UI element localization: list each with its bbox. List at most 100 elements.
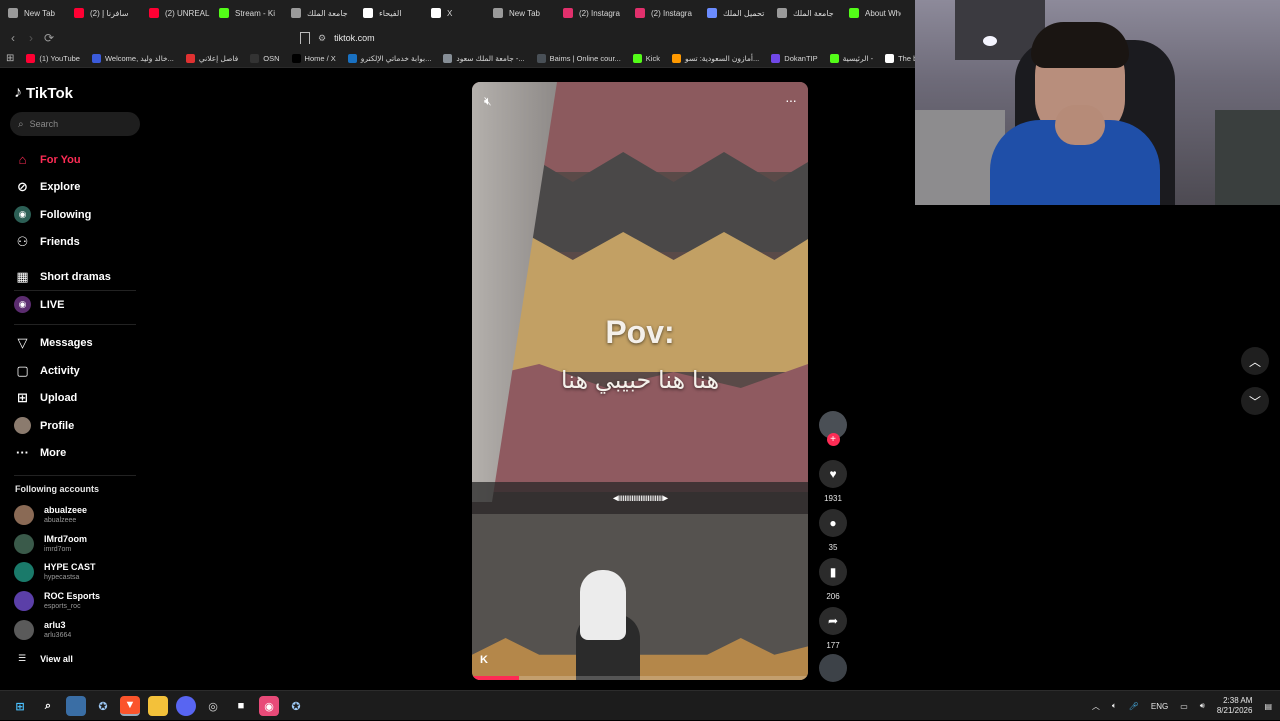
shield-icon bbox=[493, 8, 503, 18]
brave-icon[interactable]: ▼ bbox=[120, 696, 140, 716]
volume-icon[interactable]: 🔊︎ bbox=[1200, 701, 1205, 711]
bookmark-item[interactable]: الرئيسية - bbox=[824, 54, 879, 63]
browser-tab[interactable]: (2) Instagra bbox=[627, 0, 699, 26]
windows-start-icon[interactable]: ⊞ bbox=[10, 696, 30, 716]
nav-item-messages[interactable]: ▽ Messages bbox=[14, 334, 93, 351]
browser-tab[interactable]: X bbox=[423, 0, 485, 26]
video-progress-bar[interactable] bbox=[472, 676, 808, 680]
previous-video-button[interactable]: ︿ bbox=[1241, 347, 1269, 375]
bookmark-favicon-icon bbox=[671, 54, 681, 63]
back-icon[interactable]: ‹ bbox=[4, 29, 22, 47]
nav-item-explore[interactable]: ⊘ Explore bbox=[14, 178, 80, 195]
browser-tab[interactable]: Stream - Ki bbox=[211, 0, 283, 26]
share-icon[interactable]: ➦ bbox=[819, 607, 847, 635]
address-bar[interactable]: ⚙ tiktok.com bbox=[300, 29, 920, 47]
next-video-button[interactable]: ﹀ bbox=[1241, 387, 1269, 415]
tab-label: New Tab bbox=[509, 8, 540, 18]
nav-label: Friends bbox=[40, 235, 80, 248]
bookmark-item[interactable]: OSN bbox=[244, 54, 285, 63]
tab-label: جامعة الملك bbox=[307, 8, 348, 18]
bookmark-item[interactable]: Welcome, خالد وليد... bbox=[86, 54, 180, 63]
bookmark-favicon-icon bbox=[536, 54, 546, 63]
bookmark-item[interactable]: أمازون السعودية: تسو... bbox=[666, 54, 765, 63]
browser-tab[interactable]: About Whe bbox=[841, 0, 901, 26]
reload-icon[interactable]: ⟳ bbox=[40, 29, 58, 47]
bookmark-item[interactable]: Baims | Online cour... bbox=[531, 54, 627, 63]
bookmark-favicon-icon bbox=[443, 54, 453, 63]
speaker-icon[interactable]: 🔈︎ bbox=[1112, 701, 1117, 711]
divider bbox=[14, 324, 136, 325]
bookmark-item[interactable]: DokanTIP bbox=[765, 54, 823, 63]
nav-item-short-dramas[interactable]: ▦ Short dramas bbox=[14, 268, 111, 285]
steam-icon[interactable]: ✪ bbox=[93, 696, 113, 716]
browser-tab[interactable]: تحميل الملك bbox=[699, 0, 769, 26]
notification-icon[interactable]: ▤ bbox=[1264, 702, 1272, 711]
tiktok-logo[interactable]: ♪ TikTok bbox=[14, 84, 73, 102]
bookmark-favicon-icon bbox=[632, 54, 642, 63]
microphone-icon[interactable]: 🎤︎ bbox=[1129, 702, 1139, 711]
more-options-icon[interactable]: ··· bbox=[785, 92, 797, 108]
file-explorer-icon[interactable] bbox=[148, 696, 168, 716]
comment-icon[interactable]: ● bbox=[819, 509, 847, 537]
bookmark-item[interactable]: Kick bbox=[627, 54, 666, 63]
following-account[interactable]: ROC Esports esports_roc bbox=[14, 591, 100, 611]
site-info-icon[interactable]: ⚙ bbox=[318, 33, 326, 44]
sound-disc[interactable] bbox=[818, 654, 848, 682]
bookmark-icon[interactable]: ▮ bbox=[819, 558, 847, 586]
nav-item-for-you[interactable]: ⌂ For You bbox=[14, 151, 81, 168]
epic-icon[interactable]: ■ bbox=[231, 696, 251, 716]
like-action[interactable]: ♥ 1931 bbox=[818, 460, 848, 503]
browser-tab[interactable]: New Tab bbox=[0, 0, 66, 26]
bookmark-item[interactable]: جامعة الملك سعود -... bbox=[437, 54, 530, 63]
nav-item-activity[interactable]: ▢ Activity bbox=[14, 362, 79, 379]
photos-icon[interactable] bbox=[66, 696, 86, 716]
nav-item-following[interactable]: ◉ Following bbox=[14, 206, 91, 223]
following-account[interactable]: HYPE CAST hypecastsa bbox=[14, 562, 96, 582]
browser-tab[interactable]: الفيحاء bbox=[355, 0, 423, 26]
bookmark-item[interactable]: بوابة خدماتي الإلكترو... bbox=[342, 54, 438, 63]
bookmark-icon[interactable] bbox=[300, 32, 310, 44]
creator-avatar[interactable]: + bbox=[818, 411, 848, 446]
discord-icon[interactable] bbox=[176, 696, 196, 716]
browser-tab[interactable]: (2) سافرنا إ bbox=[66, 0, 141, 26]
forward-icon[interactable]: › bbox=[22, 29, 40, 47]
bookmark-item[interactable]: Home / X bbox=[286, 54, 342, 63]
heart-icon[interactable]: ♥ bbox=[819, 460, 847, 488]
following-account[interactable]: IMrd7oom imrd7om bbox=[14, 534, 87, 554]
search-input[interactable]: ⌕ Search bbox=[10, 112, 140, 136]
apps-grid-icon[interactable]: ⊞ bbox=[0, 53, 20, 64]
obs-icon[interactable]: ◉ bbox=[259, 696, 279, 716]
mute-icon[interactable]: 🔇︎ bbox=[484, 94, 492, 109]
bookmark-item[interactable]: فاصل إعلاني bbox=[180, 54, 244, 63]
browser-tab[interactable]: (2) UNREAL bbox=[141, 0, 211, 26]
nav-item-more[interactable]: ··· More bbox=[14, 444, 66, 461]
browser-tab[interactable]: جامعة الملك bbox=[769, 0, 841, 26]
nav-item-profile[interactable]: ● Profile bbox=[14, 417, 74, 434]
following-account[interactable]: abualzeee abualzeee bbox=[14, 505, 87, 525]
bookmark-item[interactable]: (1) YouTube bbox=[20, 54, 86, 63]
network-icon[interactable]: ▭ bbox=[1180, 702, 1188, 711]
nav-item-live[interactable]: ◉ LIVE bbox=[14, 296, 64, 313]
following-account[interactable]: arlu3 arlu3664 bbox=[14, 620, 71, 640]
music-disc-icon[interactable] bbox=[819, 654, 847, 682]
dramas-icon: ▦ bbox=[16, 268, 29, 284]
view-all-link[interactable]: ☰ View all bbox=[18, 653, 73, 664]
browser-tab[interactable]: New Tab bbox=[485, 0, 555, 26]
share-action[interactable]: ➦ 177 bbox=[818, 607, 848, 650]
chevron-up-icon: ︿ bbox=[1248, 354, 1261, 369]
save-action[interactable]: ▮ 206 bbox=[818, 558, 848, 601]
nav-item-upload[interactable]: ⊞ Upload bbox=[14, 389, 77, 406]
tab-label: الفيحاء bbox=[379, 8, 402, 18]
browser-tab[interactable]: (2) Instagra bbox=[555, 0, 627, 26]
steam-icon[interactable]: ✪ bbox=[286, 696, 306, 716]
browser-icon[interactable]: ◎ bbox=[203, 696, 223, 716]
language-indicator[interactable]: ENG bbox=[1151, 702, 1168, 711]
chevron-up-icon[interactable]: ︿ bbox=[1092, 701, 1100, 712]
search-icon[interactable]: ⌕ bbox=[38, 696, 58, 716]
browser-tab[interactable]: جامعة الملك bbox=[283, 0, 355, 26]
follow-plus-icon[interactable]: + bbox=[826, 433, 840, 446]
comment-action[interactable]: ● 35 bbox=[818, 509, 848, 552]
nav-item-friends[interactable]: ⚇ Friends bbox=[14, 233, 80, 250]
clock[interactable]: 2:38 AM 8/21/2026 bbox=[1217, 696, 1253, 716]
video-player[interactable]: Pov: هنا هنا حبيبي هنا ◂ıııııııııııııııı… bbox=[472, 82, 808, 680]
